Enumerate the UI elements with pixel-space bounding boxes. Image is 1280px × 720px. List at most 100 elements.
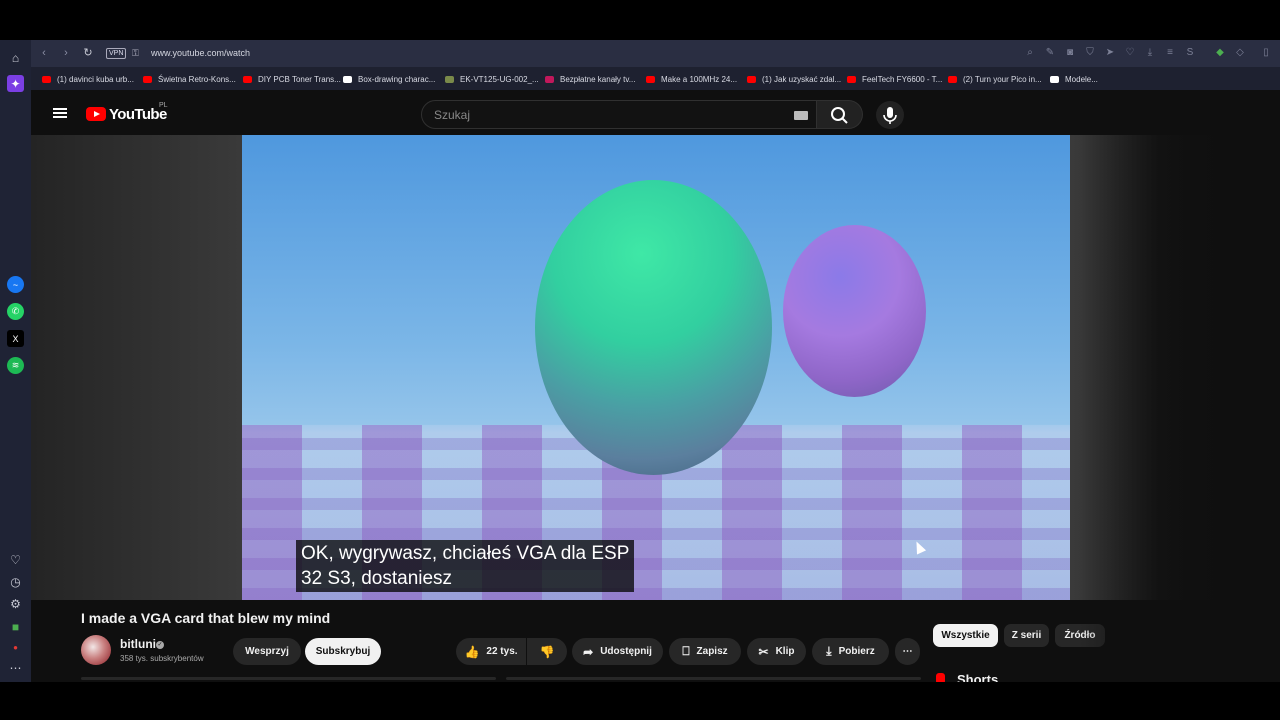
sidebar-toggle-icon[interactable]: ▯ [1260, 47, 1272, 59]
youtube-favicon-icon [948, 75, 957, 83]
video-frame[interactable] [242, 135, 1070, 600]
download-arrow-icon: ⤓ [826, 644, 832, 658]
dislike-button[interactable]: 👎 [527, 638, 567, 665]
search-input[interactable]: Szukaj [421, 100, 817, 129]
subscriber-count: 358 tys. subskrybentów [120, 654, 204, 663]
bookmark-item[interactable]: Make a 100MHz 24... [646, 73, 737, 85]
spotify-icon[interactable]: ≋ [7, 357, 24, 374]
bookmark-item[interactable]: Modele... [1050, 73, 1098, 85]
channel-avatar[interactable] [81, 635, 111, 665]
shield-icon[interactable]: ⛉ [1084, 47, 1096, 59]
download-icon[interactable]: ⤓ [1144, 47, 1156, 59]
description-box-edge [81, 677, 496, 680]
settings-icon[interactable]: ⚙ [7, 595, 24, 612]
save-button[interactable]: ⎕ Zapisz [669, 638, 741, 665]
chip-label: Z serii [1011, 630, 1042, 641]
bookmark-item[interactable]: Bezpłatne kanały tv... [545, 73, 635, 85]
bookmark-item[interactable]: (1) davinci kuba urb... [42, 73, 134, 85]
more-icon[interactable]: ⋯ [7, 659, 24, 676]
comment-box-edge [506, 677, 921, 680]
youtube-favicon-icon [747, 75, 756, 83]
share-button[interactable]: ➦ Udostępnij [572, 638, 663, 665]
heart-icon[interactable]: ♡ [7, 551, 24, 568]
support-button[interactable]: Wesprzyj [233, 638, 301, 665]
vpn-badge[interactable]: VPN [106, 48, 127, 59]
search-icon [831, 107, 848, 124]
clip-button[interactable]: ✂ Klip [747, 638, 806, 665]
document-favicon-icon [445, 75, 454, 83]
browser-window: ‹ › ↻ VPN ⚿ www.youtube.com/watch ⌕ ✎ ◙ … [31, 40, 1280, 682]
forward-icon[interactable]: › [59, 46, 73, 60]
more-actions-button[interactable]: ⋯ [895, 638, 920, 665]
subtitle-line: 32 S3, dostaniesz [301, 568, 453, 589]
bookmarks-bar: (1) davinci kuba urb... Świetna Retro-Ko… [31, 67, 1280, 90]
extensions-icon[interactable]: ■ [7, 618, 24, 635]
chip-series[interactable]: Z serii [1004, 624, 1049, 647]
edit-icon[interactable]: ✎ [1044, 47, 1056, 59]
extension-b-icon[interactable]: ◇ [1234, 47, 1246, 59]
search-placeholder: Szukaj [434, 108, 471, 122]
like-count: 22 tys. [486, 646, 518, 657]
youtube-favicon-icon [646, 75, 655, 83]
channel-name[interactable]: bitluni [120, 637, 156, 651]
clip-label: Klip [775, 646, 795, 657]
youtube-favicon-icon [42, 75, 51, 83]
search-button[interactable] [817, 100, 863, 129]
back-icon[interactable]: ‹ [37, 46, 51, 60]
browser-sidebar: ⌂ ✦ ~ ✆ X ≋ ♡ ◷ ⚙ ■ ● ⋯ [0, 40, 31, 682]
bookmark-label: Bezpłatne kanały tv... [560, 74, 636, 84]
bookmark-label: Box-drawing charac... [358, 74, 436, 84]
keyboard-icon[interactable] [794, 111, 808, 120]
bookmark-item[interactable]: DIY PCB Toner Trans... [243, 73, 341, 85]
bookmark-label: (2) Turn your Pico in... [963, 74, 1042, 84]
menu-icon[interactable] [53, 108, 67, 118]
messenger-icon[interactable]: ~ [7, 276, 24, 293]
subtitle-line: OK, wygrywasz, chciałeś VGA dla ESP [301, 543, 630, 564]
support-label: Wesprzyj [245, 646, 289, 657]
record-icon[interactable]: ● [7, 639, 24, 656]
camera-icon[interactable]: ◙ [1064, 47, 1076, 59]
more-horizontal-icon: ⋯ [902, 646, 913, 657]
thumb-up-icon: 👍 [464, 644, 480, 659]
subscribe-button[interactable]: Subskrybuj [305, 638, 381, 665]
download-button[interactable]: ⤓ Pobierz [812, 638, 889, 665]
bookmark-item[interactable]: (1) Jak uzyskać zdal... [747, 73, 841, 85]
bookmark-label: Make a 100MHz 24... [661, 74, 738, 84]
screen-bottom-bar [0, 682, 1280, 720]
purple-sphere [783, 225, 926, 397]
list-icon[interactable]: ≡ [1164, 47, 1176, 59]
profile-icon[interactable]: S [1184, 47, 1196, 59]
youtube-logo-icon[interactable] [86, 107, 106, 121]
screen-top-bar [0, 0, 1280, 40]
reload-icon[interactable]: ↻ [81, 46, 95, 60]
lock-icon[interactable]: ⚿ [132, 48, 139, 59]
url-field[interactable]: www.youtube.com/watch [151, 48, 250, 58]
like-button[interactable]: 👍 22 tys. [456, 638, 526, 665]
youtube-favicon-icon [143, 75, 152, 83]
chip-all[interactable]: Wszystkie [933, 624, 998, 647]
chip-label: Wszystkie [941, 630, 990, 641]
bookmark-label: FeelTech FY6600 - T... [862, 74, 943, 84]
scissors-icon: ✂ [758, 644, 769, 659]
extension-a-icon[interactable]: ◆ [1214, 47, 1226, 59]
green-sphere [535, 180, 772, 475]
video-title: I made a VGA card that blew my mind [81, 610, 331, 626]
bookmark-item[interactable]: (2) Turn your Pico in... [948, 73, 1042, 85]
right-fade-overlay [1080, 90, 1280, 682]
x-icon[interactable]: X [7, 330, 24, 347]
voice-search-button[interactable] [876, 101, 904, 129]
whatsapp-icon[interactable]: ✆ [7, 303, 24, 320]
thumb-down-icon: 👎 [539, 644, 555, 659]
history-icon[interactable]: ◷ [7, 573, 24, 590]
home-icon[interactable]: ⌂ [7, 49, 24, 66]
bookmark-item[interactable]: Box-drawing charac... [343, 73, 435, 85]
bookmark-item[interactable]: EK-VT125-UG-002_... [445, 73, 539, 85]
aria-icon[interactable]: ✦ [7, 75, 24, 92]
bookmark-item[interactable]: FeelTech FY6600 - T... [847, 73, 942, 85]
heart-outline-icon[interactable]: ♡ [1124, 47, 1136, 59]
bookmark-item[interactable]: Świetna Retro-Kons... [143, 73, 236, 85]
search-page-icon[interactable]: ⌕ [1024, 47, 1036, 59]
shorts-heading[interactable]: Shorts [957, 672, 998, 682]
send-icon[interactable]: ➤ [1104, 47, 1116, 59]
ambient-left [31, 135, 242, 600]
